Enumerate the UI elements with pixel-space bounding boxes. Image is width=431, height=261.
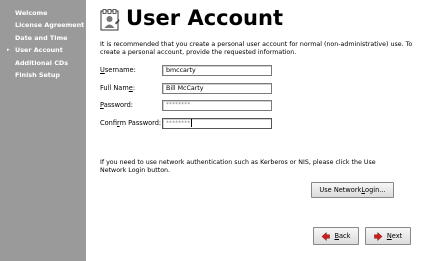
sidebar-item-date-and-time: Date and Time — [0, 32, 86, 44]
back-button[interactable]: Back — [313, 227, 359, 245]
sidebar-item-label: Date and Time — [15, 33, 68, 42]
password-field[interactable]: ******** — [162, 100, 272, 111]
sidebar-item-welcome: Welcome — [0, 7, 86, 19]
password-label: Password: — [100, 101, 134, 109]
sidebar-item-additional-cds: Additional CDs — [0, 57, 86, 69]
intro-text: It is recommended that you create a pers… — [100, 41, 413, 57]
setup-steps-list: Welcome License Agreement Date and Time … — [0, 0, 86, 81]
sidebar-item-label: Additional CDs — [15, 58, 68, 67]
current-step-arrow-icon: ▸ — [7, 47, 10, 54]
full-name-label: Full Name: — [100, 84, 136, 92]
main-content: User Account It is recommended that you … — [86, 0, 431, 261]
sidebar-item-license-agreement: License Agreement — [0, 19, 86, 31]
text-cursor — [191, 119, 193, 127]
sidebar-item-label: User Account — [15, 46, 63, 55]
page-title: User Account — [126, 6, 283, 30]
network-auth-text: If you need to use network authenticatio… — [100, 159, 376, 175]
sidebar-item-label: License Agreement — [15, 21, 85, 30]
sidebar-item-label: Welcome — [15, 9, 48, 17]
sidebar-item-label: Finish Setup — [15, 70, 60, 79]
username-label: Username: — [100, 66, 136, 74]
user-account-icon — [100, 9, 120, 31]
arrow-left-icon — [322, 231, 331, 241]
use-network-login-button[interactable]: Use Network Login... — [311, 182, 394, 198]
confirm-password-field[interactable]: ******** — [162, 118, 272, 129]
sidebar-item-finish-setup: Finish Setup — [0, 69, 86, 81]
sidebar: Welcome License Agreement Date and Time … — [0, 0, 86, 261]
arrow-right-icon — [374, 231, 383, 241]
confirm-password-value: ******** — [166, 120, 191, 127]
sidebar-item-user-account: ▸ User Account — [0, 44, 86, 56]
full-name-field[interactable]: Bill McCarty — [162, 83, 272, 94]
username-field[interactable]: bmccarty — [162, 65, 272, 76]
confirm-password-label: Confirm Password: — [100, 119, 162, 127]
next-button[interactable]: Next — [365, 227, 411, 245]
